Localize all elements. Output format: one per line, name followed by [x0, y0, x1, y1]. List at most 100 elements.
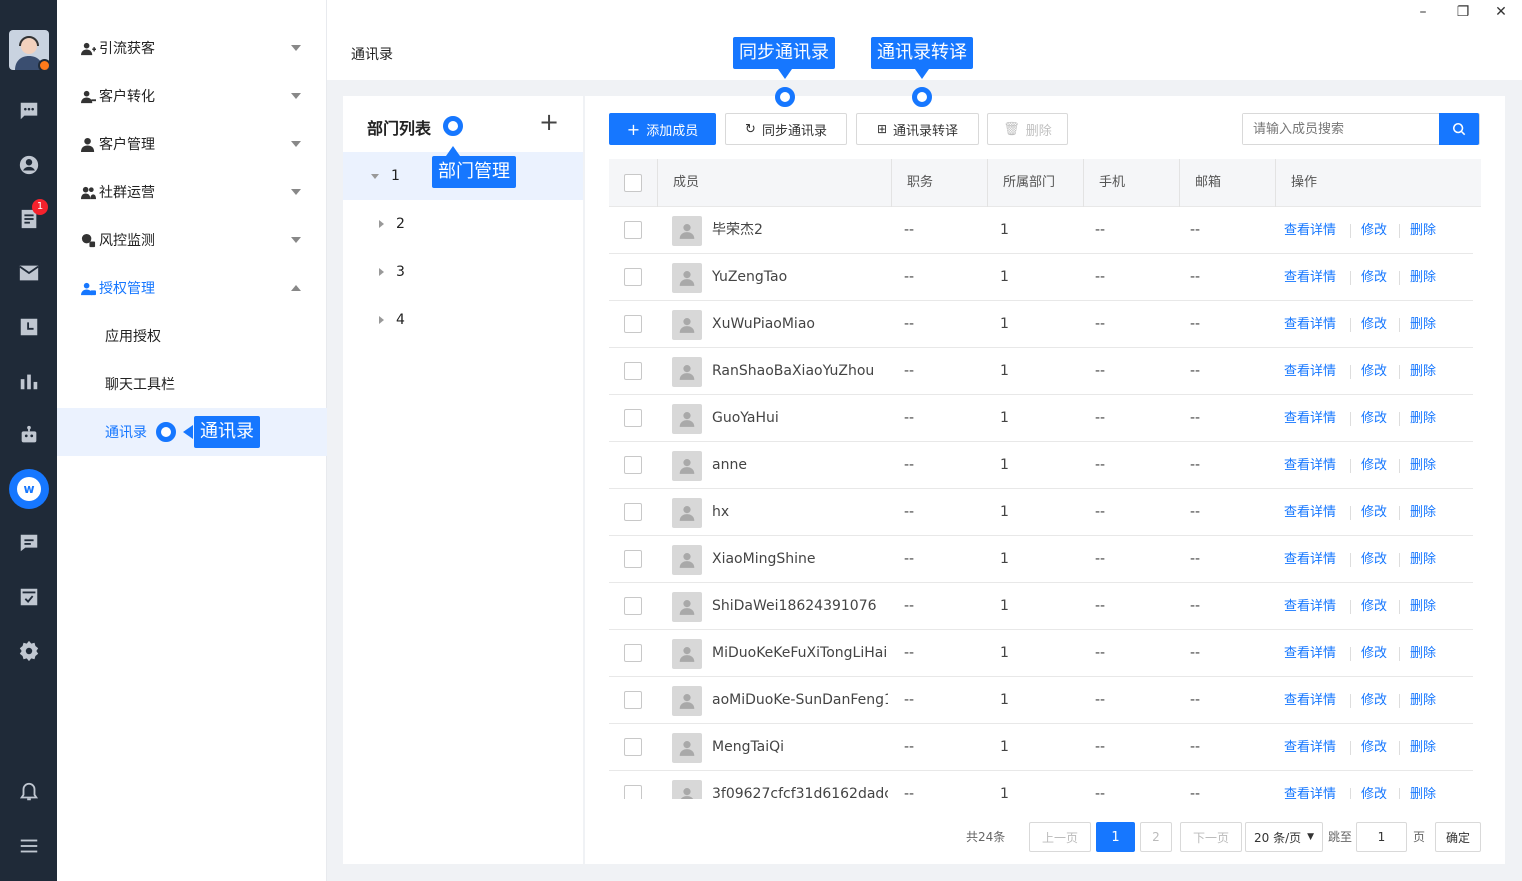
edit-link[interactable]: 修改 [1361, 254, 1387, 301]
message-icon[interactable] [17, 531, 41, 555]
delete-link[interactable]: 删除 [1410, 583, 1436, 630]
row-checkbox[interactable] [624, 644, 642, 662]
member-title: -- [904, 692, 915, 708]
robot-icon[interactable] [17, 423, 41, 447]
view-detail-link[interactable]: 查看详情 [1284, 348, 1336, 395]
search-button[interactable] [1439, 113, 1479, 145]
row-checkbox[interactable] [624, 738, 642, 756]
add-member-button[interactable]: + 添加成员 [609, 113, 716, 145]
restore-button[interactable]: ❐ [1454, 3, 1472, 21]
gear-icon[interactable] [17, 639, 41, 663]
delete-link[interactable]: 删除 [1410, 395, 1436, 442]
view-detail-link[interactable]: 查看详情 [1284, 677, 1336, 724]
chat-icon[interactable] [17, 99, 41, 123]
delete-link[interactable]: 删除 [1410, 489, 1436, 536]
menu-item-lead-gen[interactable]: 引流获客 [57, 24, 327, 72]
sub-item-app-auth[interactable]: 应用授权 [57, 312, 327, 360]
bell-icon[interactable] [17, 780, 41, 804]
contact-icon[interactable] [17, 153, 41, 177]
menu-item-conversion[interactable]: 客户转化 [57, 72, 327, 120]
action-divider [1399, 224, 1400, 238]
menu-item-authorization[interactable]: 授权管理 [57, 264, 327, 312]
view-detail-link[interactable]: 查看详情 [1284, 630, 1336, 677]
view-detail-link[interactable]: 查看详情 [1284, 489, 1336, 536]
view-detail-link[interactable]: 查看详情 [1284, 583, 1336, 630]
row-checkbox[interactable] [624, 691, 642, 709]
translate-contacts-button[interactable]: ⊞ 通讯录转译 [856, 113, 979, 145]
jump-page-input[interactable]: 1 [1356, 822, 1407, 852]
delete-link[interactable]: 删除 [1410, 254, 1436, 301]
menu-item-community[interactable]: 社群运营 [57, 168, 327, 216]
view-detail-link[interactable]: 查看详情 [1284, 301, 1336, 348]
row-checkbox[interactable] [624, 221, 642, 239]
sync-contacts-button[interactable]: ↻ 同步通讯录 [725, 113, 847, 145]
confirm-jump-button[interactable]: 确定 [1435, 822, 1481, 852]
edit-link[interactable]: 修改 [1361, 771, 1387, 799]
view-detail-link[interactable]: 查看详情 [1284, 442, 1336, 489]
user-avatar[interactable] [9, 30, 49, 70]
member-phone: -- [1095, 551, 1106, 567]
page-1-button[interactable]: 1 [1096, 822, 1135, 852]
member-dept: 1 [1000, 692, 1009, 708]
view-detail-link[interactable]: 查看详情 [1284, 395, 1336, 442]
department-node[interactable]: 3 [343, 248, 583, 296]
edit-link[interactable]: 修改 [1361, 207, 1387, 254]
row-checkbox[interactable] [624, 785, 642, 799]
delete-link[interactable]: 删除 [1410, 348, 1436, 395]
row-checkbox[interactable] [624, 268, 642, 286]
chart-icon[interactable] [17, 369, 41, 393]
search-input[interactable] [1243, 114, 1440, 144]
department-node[interactable]: 2 [343, 200, 583, 248]
page-size-select[interactable]: 20 条/页 ▼ [1245, 822, 1323, 852]
edit-link[interactable]: 修改 [1361, 395, 1387, 442]
row-checkbox[interactable] [624, 362, 642, 380]
view-detail-link[interactable]: 查看详情 [1284, 536, 1336, 583]
department-panel: 部门列表 + 1 2 3 4 [343, 96, 583, 864]
row-checkbox[interactable] [624, 503, 642, 521]
member-email: -- [1190, 316, 1201, 332]
delete-link[interactable]: 删除 [1410, 771, 1436, 799]
view-detail-link[interactable]: 查看详情 [1284, 724, 1336, 771]
row-checkbox[interactable] [624, 597, 642, 615]
delete-link[interactable]: 删除 [1410, 677, 1436, 724]
hamburger-menu-icon[interactable] [17, 834, 41, 858]
mail-icon[interactable] [17, 261, 41, 285]
edit-link[interactable]: 修改 [1361, 630, 1387, 677]
calendar-icon[interactable] [17, 315, 41, 339]
add-department-button[interactable]: + [539, 110, 559, 134]
delete-button[interactable]: 🗑 删除 [987, 113, 1068, 145]
edit-link[interactable]: 修改 [1361, 724, 1387, 771]
messenger-icon[interactable]: w [9, 469, 49, 509]
view-detail-link[interactable]: 查看详情 [1284, 207, 1336, 254]
edit-link[interactable]: 修改 [1361, 583, 1387, 630]
row-checkbox[interactable] [624, 315, 642, 333]
row-checkbox[interactable] [624, 550, 642, 568]
view-detail-link[interactable]: 查看详情 [1284, 771, 1336, 799]
edit-link[interactable]: 修改 [1361, 536, 1387, 583]
delete-link[interactable]: 删除 [1410, 301, 1436, 348]
edit-link[interactable]: 修改 [1361, 489, 1387, 536]
menu-item-customer-mgmt[interactable]: 客户管理 [57, 120, 327, 168]
edit-link[interactable]: 修改 [1361, 348, 1387, 395]
view-detail-link[interactable]: 查看详情 [1284, 254, 1336, 301]
page-2-button[interactable]: 2 [1140, 822, 1172, 852]
edit-link[interactable]: 修改 [1361, 442, 1387, 489]
delete-link[interactable]: 删除 [1410, 536, 1436, 583]
delete-link[interactable]: 删除 [1410, 724, 1436, 771]
edit-link[interactable]: 修改 [1361, 677, 1387, 724]
department-node[interactable]: 4 [343, 296, 583, 344]
delete-link[interactable]: 删除 [1410, 207, 1436, 254]
prev-page-button[interactable]: 上一页 [1029, 822, 1091, 852]
next-page-button[interactable]: 下一页 [1180, 822, 1242, 852]
minimize-button[interactable]: – [1414, 3, 1432, 21]
sub-item-chat-toolbar[interactable]: 聊天工具栏 [57, 360, 327, 408]
row-checkbox[interactable] [624, 409, 642, 427]
task-icon[interactable] [17, 585, 41, 609]
close-button[interactable]: ✕ [1492, 3, 1510, 21]
edit-link[interactable]: 修改 [1361, 301, 1387, 348]
select-all-checkbox[interactable] [624, 174, 642, 192]
delete-link[interactable]: 删除 [1410, 630, 1436, 677]
delete-link[interactable]: 删除 [1410, 442, 1436, 489]
menu-item-risk-monitor[interactable]: 风控监测 [57, 216, 327, 264]
row-checkbox[interactable] [624, 456, 642, 474]
